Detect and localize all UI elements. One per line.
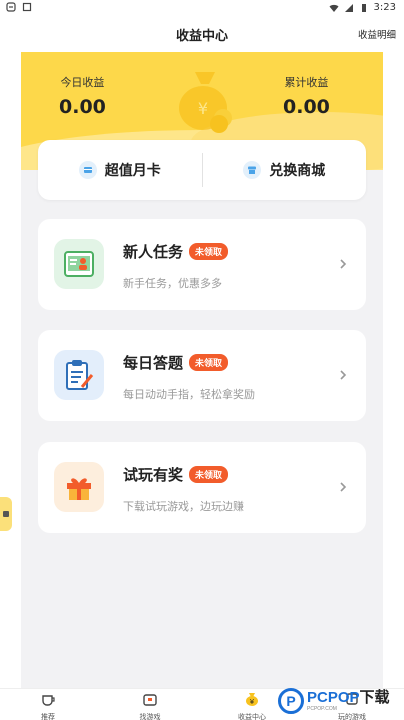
clipboard-icon [54,350,104,400]
unclaimed-badge: 未领取 [189,354,229,371]
battery-icon [361,3,366,12]
task-subtitle: 每日动动手指，轻松拿奖励 [123,388,255,401]
svg-text:¥: ¥ [250,698,255,706]
exchange-mall-button[interactable]: 兑换商城 [203,160,367,180]
money-bag-icon: ¥ [179,72,232,133]
today-earnings-label: 今日收益 [60,76,105,89]
gamepad-icon [143,694,157,706]
side-tab-icon [3,511,9,517]
task-title: 试玩有奖 未领取 [123,464,229,485]
earnings-detail-link[interactable]: 收益明细 [358,27,396,41]
task-title: 每日答题 未领取 [123,352,229,373]
task-card-newbie[interactable]: 新人任务 未领取 新手任务，优惠多多 [38,219,366,310]
floating-side-tab[interactable] [0,497,12,531]
pcpop-watermark: P PCPOP下载 PCPOP.COM [278,682,404,720]
today-earnings-value: 0.00 [59,96,106,118]
monthly-card-label: 超值月卡 [104,163,161,179]
total-earnings-value: 0.00 [283,96,330,118]
cup-icon [42,695,55,706]
quick-links-card: 超值月卡 兑换商城 [38,140,366,200]
status-time: 3:23 [373,2,396,13]
wifi-icon [329,4,339,12]
tab-earnings-center[interactable]: ¥ 收益中心 [222,691,282,720]
id-card-icon [54,239,104,289]
today-earnings: 今日收益 0.00 [59,74,106,118]
app-notification-icon [6,2,16,12]
chevron-right-icon [340,259,347,269]
shop-icon [243,161,262,179]
task-card-trial-reward[interactable]: 试玩有奖 未领取 下载试玩游戏，边玩边赚 [38,442,366,533]
chevron-right-icon [340,482,347,492]
header: 收益中心 收益明细 [0,16,404,50]
task-card-daily-quiz[interactable]: 每日答题 未领取 每日动动手指，轻松拿奖励 [38,330,366,421]
tab-find-games[interactable]: 找游戏 [120,691,180,720]
gift-icon [54,462,104,512]
pcpop-logo-icon: P [278,688,304,714]
unclaimed-badge: 未领取 [189,243,229,260]
signal-icon [344,3,353,12]
page-title: 收益中心 [175,29,228,44]
content-area: 今日收益 0.00 ¥ 累计收益 0.00 超值月卡 兑换商城 新人任务未领取 … [21,52,383,692]
task-subtitle: 下载试玩游戏，边玩边赚 [123,500,244,513]
tab-recommend[interactable]: 推荐 [18,691,78,720]
exchange-mall-label: 兑换商城 [269,163,326,179]
download-notification-icon [22,2,32,12]
svg-text:¥: ¥ [198,99,208,118]
unclaimed-badge: 未领取 [189,466,229,483]
money-bag-tab-icon: ¥ [246,693,258,706]
total-earnings-label: 累计收益 [284,76,329,89]
card-icon [78,161,97,179]
monthly-card-button[interactable]: 超值月卡 [38,160,202,180]
task-title: 新人任务 未领取 [123,241,229,262]
status-bar: 3:23 [0,0,404,16]
total-earnings: 累计收益 0.00 [283,74,330,118]
task-subtitle: 新手任务，优惠多多 [123,277,222,290]
chevron-right-icon [340,370,347,380]
